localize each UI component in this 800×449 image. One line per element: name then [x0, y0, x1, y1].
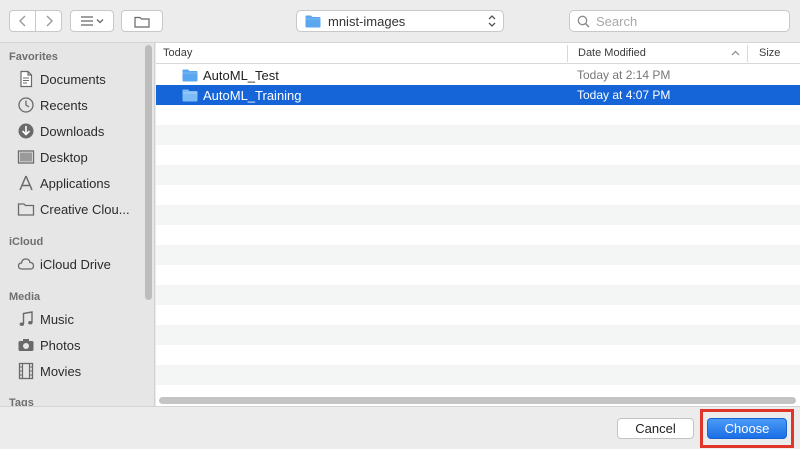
empty-row: [156, 345, 800, 365]
empty-row: [156, 285, 800, 305]
section-header-media: Media: [9, 291, 41, 303]
sidebar-item-downloads[interactable]: Downloads: [17, 120, 141, 142]
file-list: AutoML_Test Today at 2:14 PM AutoML_Trai…: [156, 65, 800, 385]
location-label: mnist-images: [328, 13, 406, 29]
empty-row: [156, 185, 800, 205]
sidebar-scrollbar[interactable]: [145, 45, 152, 300]
cancel-button[interactable]: Cancel: [617, 418, 694, 439]
file-row-automl-test[interactable]: AutoML_Test Today at 2:14 PM: [156, 65, 800, 85]
column-separator[interactable]: [567, 45, 568, 62]
new-folder-icon: [134, 16, 150, 28]
sidebar-item-desktop[interactable]: Desktop: [17, 146, 141, 168]
empty-row: [156, 125, 800, 145]
column-separator[interactable]: [747, 45, 748, 62]
file-name: AutoML_Test: [203, 67, 279, 83]
empty-row: [156, 325, 800, 345]
empty-row: [156, 165, 800, 185]
column-date-header[interactable]: Date Modified: [578, 47, 646, 59]
empty-row: [156, 105, 800, 125]
column-name-header[interactable]: Today: [163, 47, 192, 59]
recents-icon: [18, 97, 34, 113]
empty-row: [156, 305, 800, 325]
file-date: Today at 4:07 PM: [577, 88, 671, 102]
folder-icon: [17, 203, 35, 216]
documents-icon: [20, 70, 33, 88]
cloud-icon: [17, 258, 35, 270]
choose-button[interactable]: Choose: [707, 418, 787, 439]
column-size-header[interactable]: Size: [759, 47, 780, 59]
folder-icon: [182, 89, 198, 101]
sidebar-item-creative-cloud[interactable]: Creative Clou...: [17, 198, 141, 220]
empty-row: [156, 145, 800, 165]
desktop-icon: [17, 150, 35, 164]
chevron-right-icon: [46, 15, 53, 27]
horizontal-scrollbar[interactable]: [159, 397, 796, 404]
section-header-tags: Tags: [9, 397, 34, 406]
sidebar-item-applications[interactable]: Applications: [17, 172, 141, 194]
folder-icon: [182, 69, 198, 81]
sidebar-item-icloud-drive[interactable]: iCloud Drive: [17, 253, 141, 275]
sidebar-item-photos[interactable]: Photos: [17, 334, 141, 356]
downloads-icon: [18, 123, 34, 139]
sidebar: Favorites Documents Recents Downloads De…: [0, 43, 155, 406]
file-browser: Today Date Modified Size AutoML_Test Tod…: [156, 43, 800, 406]
location-popup[interactable]: mnist-images: [296, 10, 504, 32]
applications-icon: [19, 175, 33, 191]
section-header-favorites: Favorites: [9, 51, 58, 63]
empty-row: [156, 365, 800, 385]
section-header-icloud: iCloud: [9, 236, 44, 248]
music-icon: [19, 311, 33, 326]
empty-row: [156, 265, 800, 285]
empty-row: [156, 205, 800, 225]
sidebar-item-music[interactable]: Music: [17, 308, 141, 330]
file-name: AutoML_Training: [203, 87, 302, 103]
view-options-button[interactable]: [70, 10, 114, 32]
list-view-icon: [81, 16, 104, 26]
new-folder-button[interactable]: [121, 10, 163, 32]
file-row-automl-training[interactable]: AutoML_Training Today at 4:07 PM: [156, 85, 800, 105]
updown-chevron-icon: [488, 15, 496, 27]
sidebar-item-recents[interactable]: Recents: [17, 94, 141, 116]
film-icon: [18, 362, 34, 380]
file-date: Today at 2:14 PM: [577, 68, 671, 82]
chevron-left-icon: [18, 15, 25, 27]
back-button[interactable]: [9, 10, 36, 32]
toolbar: mnist-images: [0, 0, 800, 43]
camera-icon: [18, 339, 34, 351]
folder-icon: [305, 15, 321, 27]
dialog-footer: Cancel Choose: [0, 406, 800, 449]
sort-ascending-icon: [731, 50, 740, 56]
column-header: Today Date Modified Size: [156, 43, 800, 64]
empty-row: [156, 245, 800, 265]
search-input[interactable]: [596, 13, 776, 29]
search-field[interactable]: [569, 10, 790, 32]
search-icon: [577, 15, 590, 28]
sidebar-item-movies[interactable]: Movies: [17, 360, 141, 382]
sidebar-item-documents[interactable]: Documents: [17, 68, 141, 90]
forward-button[interactable]: [35, 10, 62, 32]
empty-row: [156, 225, 800, 245]
